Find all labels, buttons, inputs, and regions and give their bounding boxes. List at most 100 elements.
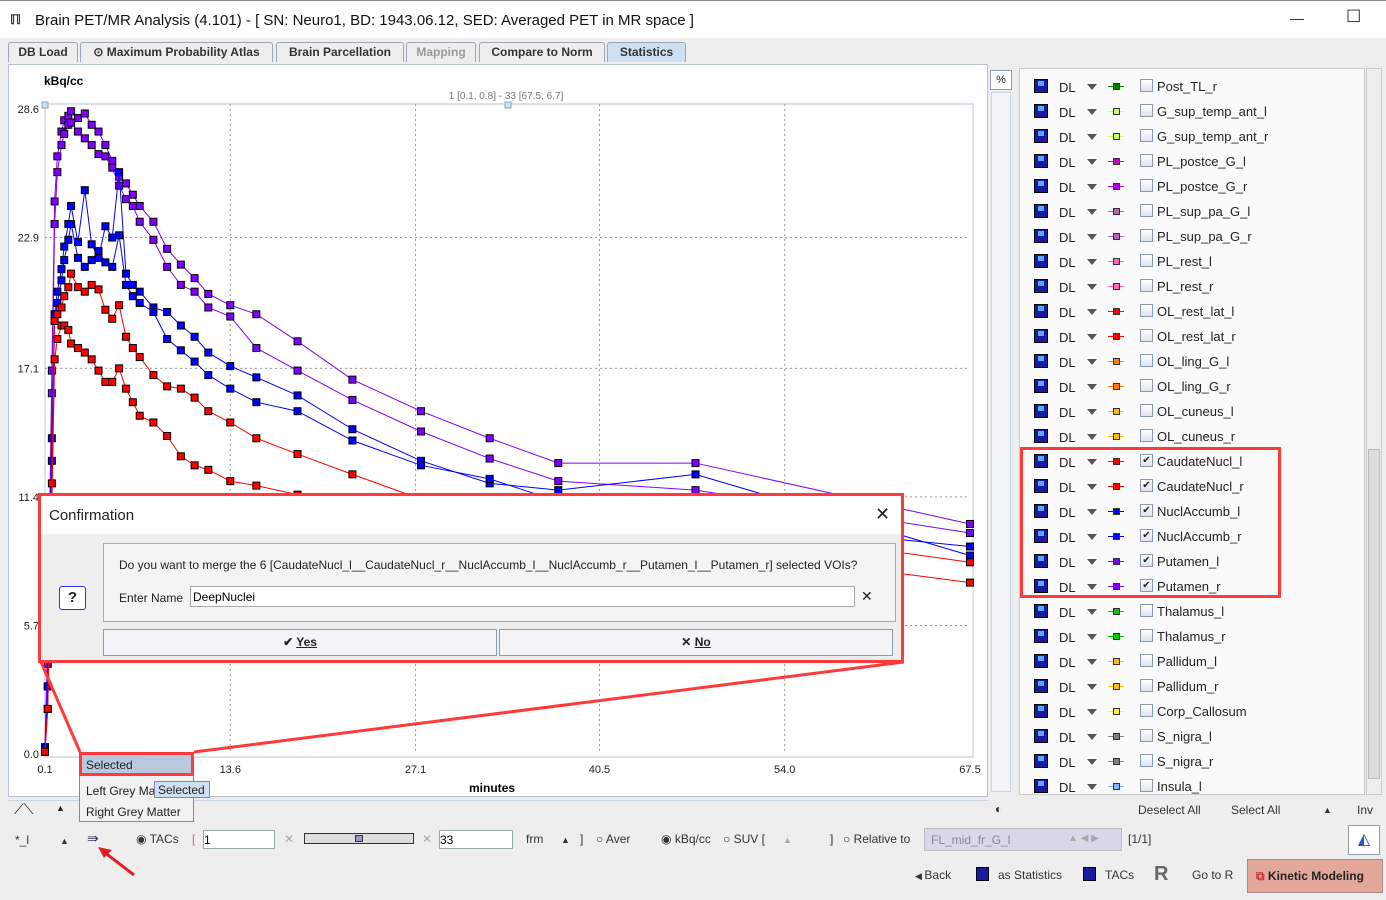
go-to-r-button[interactable]: Go to R	[1192, 868, 1233, 882]
save-icon[interactable]	[1034, 304, 1048, 318]
voi-checkbox[interactable]	[1140, 379, 1153, 392]
voi-checkbox[interactable]	[1140, 429, 1153, 442]
dropdown-arrow-icon[interactable]	[1087, 634, 1097, 640]
color-marker-icon[interactable]	[1113, 183, 1120, 190]
dropdown-arrow-icon[interactable]	[1087, 109, 1097, 115]
relative-radio[interactable]: ○ Relative to	[843, 832, 910, 846]
voi-checkbox[interactable]	[1140, 79, 1153, 92]
color-marker-icon[interactable]	[1113, 683, 1120, 690]
scrollbar-thumb[interactable]	[1368, 449, 1380, 779]
color-marker-icon[interactable]	[1113, 133, 1120, 140]
color-marker-icon[interactable]	[1113, 358, 1120, 365]
save-tacs-button[interactable]: TACs	[1105, 868, 1134, 882]
dropdown-arrow-icon[interactable]	[1087, 709, 1097, 715]
suv-radio[interactable]: ○ SUV [	[723, 832, 765, 846]
dropdown-arrow-icon[interactable]	[1087, 734, 1097, 740]
yes-button[interactable]: ✔ Yes	[103, 629, 497, 656]
deselect-all-button[interactable]: Deselect All	[1138, 803, 1201, 817]
clear-icon[interactable]: ✕	[284, 832, 294, 846]
kinetic-modeling-button[interactable]: ⧉ Kinetic Modeling	[1247, 859, 1383, 893]
color-marker-icon[interactable]	[1113, 758, 1120, 765]
dropdown-arrow-icon[interactable]	[1087, 284, 1097, 290]
back-button[interactable]: ◀ Back	[915, 868, 951, 882]
plot-icon[interactable]: ◭	[1348, 825, 1380, 855]
save-icon[interactable]	[1034, 104, 1048, 118]
save-icon[interactable]	[1034, 154, 1048, 168]
color-marker-icon[interactable]	[1113, 333, 1120, 340]
save-icon[interactable]	[1034, 729, 1048, 743]
voi-row[interactable]: DL OL_rest_lat_r	[1020, 324, 1360, 349]
voi-checkbox[interactable]	[1140, 604, 1153, 617]
name-input[interactable]	[190, 586, 855, 607]
voi-row[interactable]: DL OL_rest_lat_l	[1020, 299, 1360, 324]
save-icon[interactable]	[1034, 279, 1048, 293]
voi-checkbox[interactable]	[1140, 329, 1153, 342]
select-dropdown-arrow[interactable]: ▲	[1323, 805, 1332, 815]
from-frame-input[interactable]	[203, 830, 275, 849]
suv-dropdown-arrow[interactable]: ▲	[783, 835, 792, 845]
voi-row[interactable]: DL PL_sup_pa_G_l	[1020, 199, 1360, 224]
voi-checkbox[interactable]	[1140, 229, 1153, 242]
dropdown-arrow-icon[interactable]	[1087, 134, 1097, 140]
curve-style-dropdown-arrow[interactable]: ▲	[56, 803, 65, 813]
dropdown-arrow-icon[interactable]	[1087, 409, 1097, 415]
minimize-button[interactable]: —	[1290, 10, 1304, 26]
color-marker-icon[interactable]	[1113, 158, 1120, 165]
voi-row[interactable]: DL PL_rest_l	[1020, 249, 1360, 274]
to-frame-input[interactable]	[439, 830, 513, 849]
dropdown-arrow-icon[interactable]	[1087, 184, 1097, 190]
voi-checkbox[interactable]	[1140, 779, 1153, 792]
voi-row[interactable]: DL OL_cuneus_r	[1020, 424, 1360, 449]
dropdown-arrow[interactable]: ▲	[60, 836, 69, 846]
star-label[interactable]: *_l	[15, 833, 29, 847]
color-marker-icon[interactable]	[1113, 308, 1120, 315]
no-button[interactable]: ✕ No	[499, 629, 893, 656]
color-marker-icon[interactable]	[1113, 383, 1120, 390]
color-marker-icon[interactable]	[1113, 783, 1120, 790]
color-marker-icon[interactable]	[1113, 708, 1120, 715]
voi-checkbox[interactable]	[1140, 204, 1153, 217]
color-marker-icon[interactable]	[1113, 408, 1120, 415]
voi-row[interactable]: DL Thalamus_r	[1020, 624, 1360, 649]
dropdown-arrow-icon[interactable]	[1087, 759, 1097, 765]
color-marker-icon[interactable]	[1113, 283, 1120, 290]
aver-radio[interactable]: ○ Aver	[596, 832, 630, 846]
color-marker-icon[interactable]	[1113, 633, 1120, 640]
voi-row[interactable]: DL OL_ling_G_l	[1020, 349, 1360, 374]
voi-row[interactable]: DL S_nigra_l	[1020, 724, 1360, 749]
dropdown-arrow-icon[interactable]	[1087, 259, 1097, 265]
dropdown-arrow-icon[interactable]	[1087, 659, 1097, 665]
voi-row[interactable]: DL PL_postce_G_r	[1020, 174, 1360, 199]
voi-checkbox[interactable]	[1140, 254, 1153, 267]
save-icon[interactable]	[1034, 404, 1048, 418]
save-icon[interactable]	[1034, 229, 1048, 243]
frame-range-slider[interactable]	[304, 833, 414, 844]
merge-vois-icon[interactable]: ⇛	[87, 830, 99, 847]
voi-checkbox[interactable]	[1140, 404, 1153, 417]
voi-row[interactable]: DL Corp_Callosum	[1020, 699, 1360, 724]
save-icon[interactable]	[1034, 429, 1048, 443]
voi-checkbox[interactable]	[1140, 704, 1153, 717]
percent-button[interactable]: %	[990, 70, 1012, 90]
voi-checkbox[interactable]	[1140, 304, 1153, 317]
color-marker-icon[interactable]	[1113, 208, 1120, 215]
save-icon[interactable]	[1034, 704, 1048, 718]
dropdown-arrow-icon[interactable]	[1087, 309, 1097, 315]
dropdown-arrow-icon[interactable]	[1087, 234, 1097, 240]
voi-row[interactable]: DL S_nigra_r	[1020, 749, 1360, 774]
color-marker-icon[interactable]	[1113, 233, 1120, 240]
invert-selection-button[interactable]: Inv	[1357, 803, 1373, 817]
save-as-statistics-button[interactable]: as Statistics	[998, 868, 1062, 882]
maximize-button[interactable]: ☐	[1346, 7, 1361, 27]
nav-arrows-icon[interactable]: ▲ ◀ ▶	[1068, 833, 1099, 844]
dropdown-item[interactable]: Left Grey Ma	[86, 784, 155, 798]
voi-row[interactable]: DL PL_rest_r	[1020, 274, 1360, 299]
dropdown-arrow-icon[interactable]	[1087, 334, 1097, 340]
voi-row[interactable]: DL Insula_l	[1020, 774, 1360, 799]
voi-row[interactable]: DL Pallidum_r	[1020, 674, 1360, 699]
save-icon[interactable]	[1034, 329, 1048, 343]
voi-row[interactable]: DL OL_cuneus_l	[1020, 399, 1360, 424]
dropdown-arrow-icon[interactable]	[1087, 384, 1097, 390]
voi-row[interactable]: DL G_sup_temp_ant_l	[1020, 99, 1360, 124]
voi-checkbox[interactable]	[1140, 179, 1153, 192]
